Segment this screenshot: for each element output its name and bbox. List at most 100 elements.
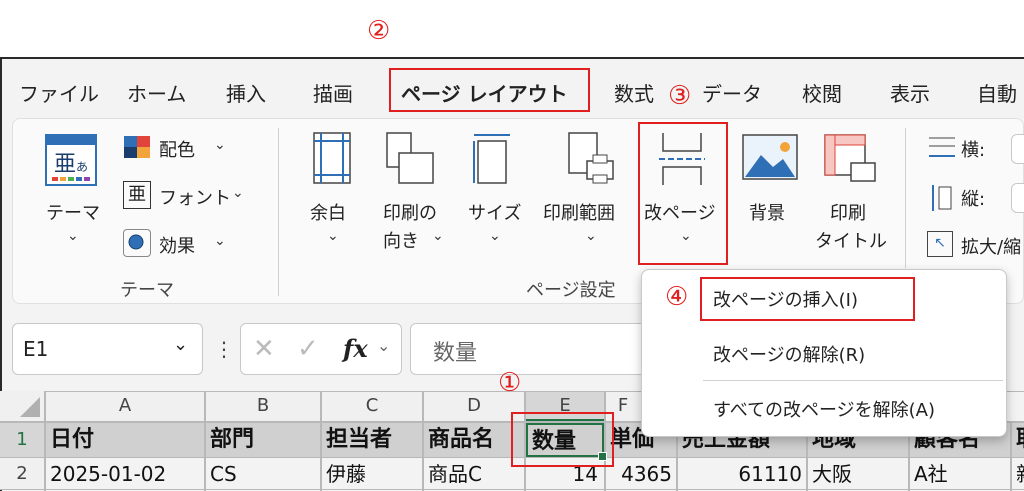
- select-all-corner[interactable]: [0, 391, 44, 421]
- menu-item-remove-page-break[interactable]: 改ページの解除(R): [713, 341, 865, 367]
- tab-file[interactable]: ファイル: [19, 78, 99, 107]
- chevron-down-icon: ⌄: [585, 228, 597, 244]
- grid-line: [320, 391, 322, 491]
- grid-line: [44, 391, 46, 491]
- print-titles-label-1[interactable]: 印刷: [830, 199, 866, 225]
- row-header-1[interactable]: 1: [0, 423, 44, 457]
- callout-3: ③: [668, 81, 692, 111]
- height-icon: [927, 183, 953, 213]
- highlight-insert-page-break: [700, 277, 915, 321]
- formula-buttons: ✕ ✓ fx ⌄: [240, 323, 402, 375]
- background-icon: [741, 133, 799, 183]
- cell-b2[interactable]: CS: [206, 458, 320, 490]
- cell-j1[interactable]: 取: [1012, 423, 1024, 457]
- height-label: 縦:: [961, 189, 986, 210]
- name-box-value: E1: [23, 337, 49, 361]
- group-separator: [905, 128, 906, 268]
- formula-input[interactable]: 数量: [410, 323, 650, 375]
- cell-b1[interactable]: 部門: [206, 423, 320, 457]
- formula-content: 数量: [433, 341, 478, 366]
- cell-h2[interactable]: 大阪: [808, 458, 908, 490]
- scale-label[interactable]: 拡大/縮: [961, 233, 1021, 259]
- column-header-a[interactable]: A: [46, 391, 204, 421]
- width-icon: [927, 136, 957, 162]
- cell-d2[interactable]: 商品C: [424, 458, 524, 490]
- height-select[interactable]: [1011, 183, 1024, 213]
- background-button[interactable]: 背景: [749, 199, 785, 225]
- cell-j2[interactable]: 新: [1012, 458, 1024, 490]
- chevron-down-icon: ⌄: [67, 228, 79, 244]
- chevron-down-icon: ⌄: [489, 228, 501, 244]
- fonts-icon: 亜: [123, 181, 151, 209]
- cell-c2[interactable]: 伊藤: [322, 458, 422, 490]
- column-header-c[interactable]: C: [322, 391, 422, 421]
- print-titles-icon: [823, 133, 877, 189]
- cell-d1[interactable]: 商品名: [424, 423, 524, 457]
- insert-function-icon[interactable]: fx: [343, 334, 368, 363]
- effects-button[interactable]: 効果: [159, 232, 195, 258]
- tab-formulas[interactable]: 数式: [614, 78, 654, 107]
- colors-button[interactable]: 配色: [159, 136, 195, 162]
- svg-text:亜: 亜: [54, 152, 76, 177]
- margins-icon: [310, 131, 354, 187]
- width-select[interactable]: [1011, 134, 1024, 164]
- orientation-icon: [385, 131, 435, 187]
- tab-view[interactable]: 表示: [890, 78, 930, 107]
- tab-review[interactable]: 校閲: [802, 78, 842, 107]
- colors-icon: [124, 136, 150, 158]
- callout-1: ①: [498, 368, 522, 398]
- chevron-down-icon: ⌄: [214, 137, 226, 153]
- chevron-down-icon: ⌄: [232, 185, 244, 201]
- orientation-label-2[interactable]: 向き: [383, 227, 419, 253]
- margins-button[interactable]: 余白: [310, 199, 346, 225]
- group-separator: [278, 128, 279, 296]
- tab-insert[interactable]: 挿入: [226, 78, 266, 107]
- column-header-b[interactable]: B: [206, 391, 320, 421]
- enter-icon[interactable]: ✓: [297, 334, 319, 364]
- size-icon: [470, 131, 514, 187]
- cell-a1[interactable]: 日付: [46, 423, 204, 457]
- cell-f2[interactable]: 4365: [606, 458, 676, 490]
- grid-line: [422, 391, 424, 491]
- fonts-button[interactable]: フォント: [159, 184, 231, 210]
- grid-line: [204, 391, 206, 491]
- chevron-down-icon: ⌄: [173, 334, 189, 355]
- chevron-down-icon: ⌄: [214, 233, 226, 249]
- name-box[interactable]: E1 ⌄: [12, 323, 203, 375]
- chevron-down-icon: ⌄: [432, 228, 444, 244]
- print-area-button[interactable]: 印刷範囲: [543, 199, 615, 225]
- orientation-label-1[interactable]: 印刷の: [383, 199, 437, 225]
- effects-icon: [123, 229, 151, 257]
- highlight-page-layout: [389, 68, 590, 112]
- chevron-down-icon: ⌄: [327, 228, 339, 244]
- width-label: 横:: [961, 140, 986, 161]
- svg-text:あ: あ: [76, 160, 88, 174]
- tab-home[interactable]: ホーム: [127, 78, 186, 107]
- more-options-icon[interactable]: ⋮: [214, 337, 234, 361]
- scale-icon: ↖: [927, 231, 953, 257]
- row-header-2[interactable]: 2: [0, 458, 44, 490]
- grid-line: [0, 489, 1024, 490]
- menu-item-reset-all-page-breaks[interactable]: すべての改ページを解除(A): [713, 396, 935, 422]
- highlight-cell-e1: [511, 412, 614, 467]
- menu-separator: [703, 380, 1003, 381]
- page-setup-group-label: ページ設定: [526, 280, 616, 301]
- tab-automate[interactable]: 自動: [977, 78, 1017, 107]
- themes-label[interactable]: テーマ: [46, 199, 100, 225]
- cell-g2[interactable]: 61110: [678, 458, 806, 490]
- themes-group-label: テーマ: [120, 280, 174, 301]
- cell-i2[interactable]: A社: [910, 458, 1010, 490]
- tab-data[interactable]: データ: [702, 78, 762, 107]
- highlight-breaks: [638, 122, 728, 265]
- chevron-down-icon: ⌄: [377, 336, 391, 355]
- print-titles-label-2[interactable]: タイトル: [815, 227, 887, 253]
- cancel-icon[interactable]: ✕: [253, 334, 275, 364]
- cell-c1[interactable]: 担当者: [322, 423, 422, 457]
- cell-a2[interactable]: 2025-01-02: [46, 458, 204, 490]
- grid-line: [1010, 423, 1012, 491]
- tab-draw[interactable]: 描画: [313, 78, 353, 107]
- size-button[interactable]: サイズ: [468, 199, 521, 225]
- callout-2: ②: [367, 16, 391, 46]
- print-area-icon: [565, 131, 615, 187]
- themes-icon: 亜あ: [44, 133, 98, 187]
